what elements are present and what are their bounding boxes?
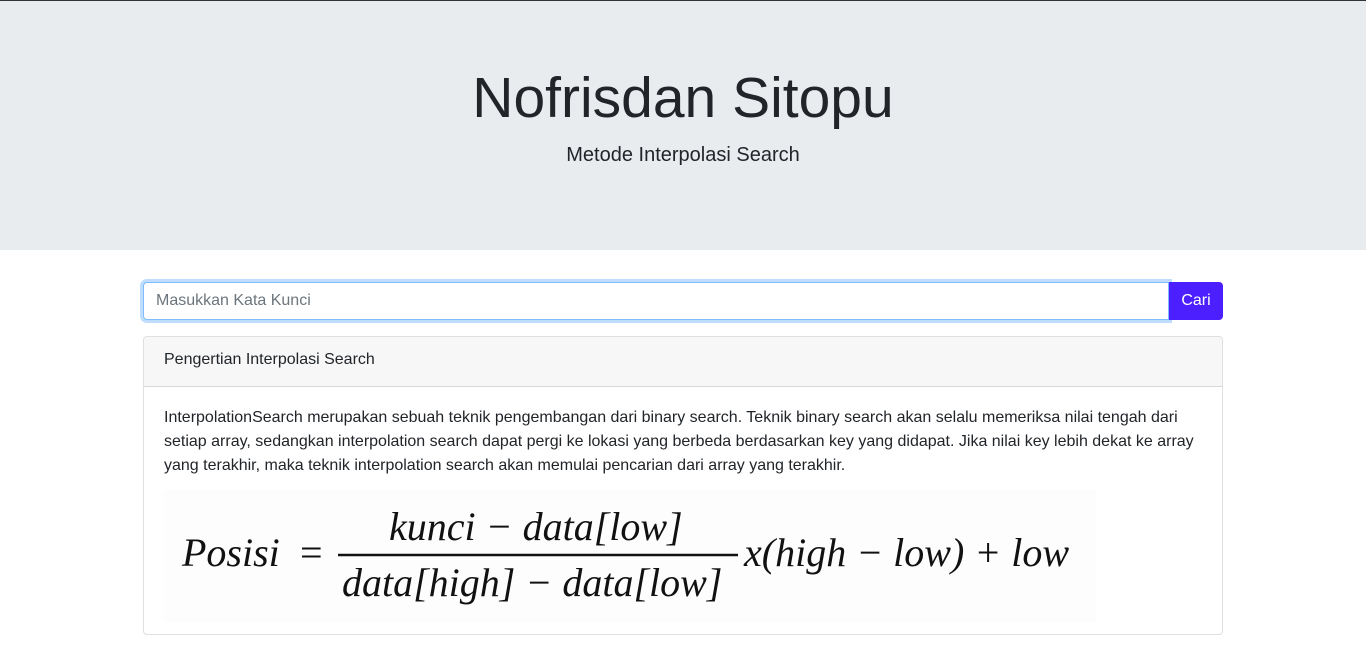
formula-rhs: x(high − low) + low <box>743 530 1069 575</box>
info-card: Pengertian Interpolasi Search Interpolat… <box>143 336 1223 635</box>
search-button[interactable]: Cari <box>1169 282 1223 320</box>
formula-image: Posisi = kunci − data[low] data[high] − … <box>164 490 1096 622</box>
search-input[interactable] <box>143 282 1169 320</box>
card-header: Pengertian Interpolasi Search <box>144 337 1222 387</box>
card-body: InterpolationSearch merupakan sebuah tek… <box>144 387 1222 642</box>
page-subtitle: Metode Interpolasi Search <box>566 144 800 166</box>
card-description: InterpolationSearch merupakan sebuah tek… <box>164 409 1194 474</box>
formula-equals: = <box>300 530 323 575</box>
search-group: Cari <box>143 282 1223 320</box>
formula-numerator: kunci − data[low] <box>389 504 683 549</box>
page-title: Nofrisdan Sitopu <box>472 66 894 130</box>
formula-lhs: Posisi <box>181 530 280 575</box>
jumbotron-header: Nofrisdan Sitopu Metode Interpolasi Sear… <box>0 0 1366 250</box>
formula-denominator: data[high] − data[low] <box>342 560 722 605</box>
